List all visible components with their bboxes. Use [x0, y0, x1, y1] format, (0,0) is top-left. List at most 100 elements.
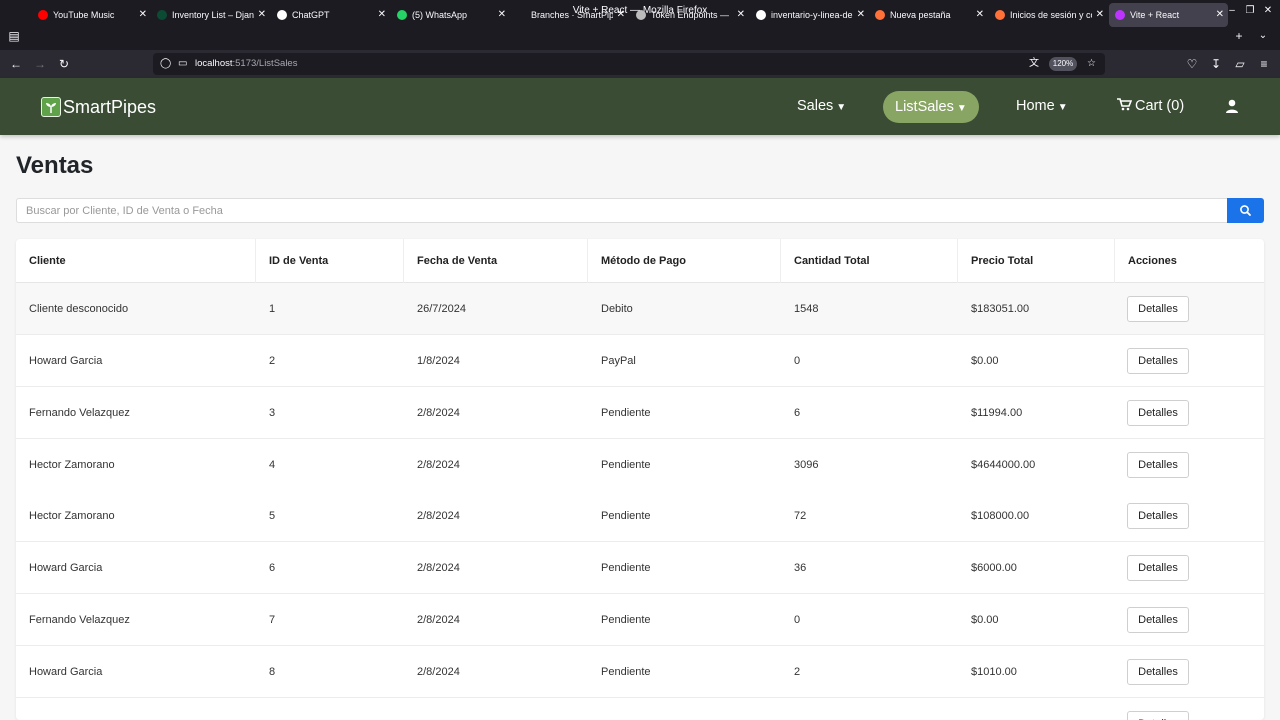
reload-icon[interactable]: ↻: [54, 50, 74, 78]
shield-icon[interactable]: ◯: [160, 53, 171, 75]
search-input[interactable]: [16, 198, 1228, 223]
cell-cantidad: 72: [794, 510, 807, 522]
cell-fecha: 1/8/2024: [417, 355, 460, 367]
smartpipes-logo-icon[interactable]: [41, 97, 61, 117]
cell-cantidad: 0: [794, 614, 801, 626]
close-tab-icon[interactable]: ✕: [1096, 3, 1104, 27]
close-tab-icon[interactable]: ✕: [617, 3, 625, 27]
cell-metodo-pago: Pendiente: [601, 407, 651, 419]
back-icon[interactable]: ←: [6, 50, 26, 78]
list-all-tabs-icon[interactable]: ⌄: [1253, 22, 1273, 50]
cell-fecha: 2/8/2024: [417, 510, 460, 522]
nav-home-label: Home: [1016, 98, 1055, 114]
cell-fecha: 2/8/2024: [417, 562, 460, 574]
detalles-button[interactable]: Detalles: [1127, 400, 1189, 426]
browser-tab[interactable]: Inventory List – Django ✕: [151, 3, 270, 27]
nav-sales[interactable]: Sales ▼: [797, 78, 846, 135]
close-tab-icon[interactable]: ✕: [857, 3, 865, 27]
sales-table: Cliente ID de Venta Fecha de Venta Métod…: [16, 239, 1264, 720]
zoom-level-badge[interactable]: 120%: [1049, 57, 1077, 71]
column-header-metodo[interactable]: Método de Pago: [588, 239, 781, 283]
detalles-button[interactable]: Detalles: [1127, 607, 1189, 633]
cell-metodo-pago: Debito: [601, 303, 633, 315]
user-icon[interactable]: [1224, 98, 1240, 114]
browser-tab[interactable]: Token Endpoints — ✕: [630, 3, 749, 27]
browser-tab[interactable]: (5) WhatsApp ✕: [391, 3, 510, 27]
search-bar: [16, 198, 1264, 223]
close-tab-icon[interactable]: ✕: [976, 3, 984, 27]
detalles-button[interactable]: Detalles: [1127, 555, 1189, 581]
tab-title: Inventory List – Django: [172, 10, 254, 20]
extensions-icon[interactable]: ▱: [1230, 50, 1250, 78]
browser-tab[interactable]: Vite + React ✕: [1109, 3, 1228, 27]
brand-name[interactable]: SmartPipes: [63, 97, 156, 118]
nav-cart-label: Cart (0): [1135, 98, 1185, 114]
table-row: Howard Garcia 8 2/8/2024 Pendiente 2 $1010.00…: [16, 646, 1264, 698]
cell-cliente: Fernando Velazquez: [29, 407, 130, 419]
cell-cliente: Hector Zamorano: [29, 459, 115, 471]
cell-fecha: 2/8/2024: [417, 459, 460, 471]
browser-tab[interactable]: ChatGPT ✕: [271, 3, 390, 27]
close-tab-icon[interactable]: ✕: [1216, 3, 1224, 27]
close-tab-icon[interactable]: ✕: [378, 3, 386, 27]
bookmark-star-icon[interactable]: ☆: [1087, 53, 1096, 75]
column-header-cliente[interactable]: Cliente: [16, 239, 256, 283]
search-button[interactable]: [1227, 198, 1264, 223]
docs-icon: [636, 10, 646, 20]
cell-precio: $4644000.00: [971, 459, 1036, 471]
cell-metodo-pago: PayPal: [601, 355, 636, 367]
detalles-button[interactable]: Detalles: [1127, 348, 1189, 374]
cell-fecha: 2/8/2024: [417, 407, 460, 419]
detalles-button[interactable]: Detalles: [1127, 452, 1189, 478]
column-header-cantidad[interactable]: Cantidad Total: [781, 239, 958, 283]
close-tab-icon[interactable]: ✕: [139, 3, 147, 27]
detalles-button[interactable]: Detalles: [1127, 659, 1189, 685]
cell-id-venta: 8: [269, 666, 276, 678]
cell-fecha: 2/8/2024: [417, 614, 460, 626]
nav-cart[interactable]: Cart (0): [1117, 78, 1184, 135]
close-tab-icon[interactable]: ✕: [498, 3, 506, 27]
cell-cliente: Cliente desconocido: [29, 303, 129, 315]
browser-tab[interactable]: Nueva pestaña ✕: [869, 3, 988, 27]
tab-title: (5) WhatsApp: [412, 10, 468, 20]
detalles-button[interactable]: Detalles: [1127, 296, 1189, 322]
navigation-toolbar: ← → ↻ ◯ ▭ localhost:5173/ListSales 文 120…: [0, 50, 1280, 78]
nav-home[interactable]: Home ▼: [1016, 78, 1068, 135]
detalles-button[interactable]: Detalles: [1127, 711, 1189, 720]
cell-precio: $6000.00: [971, 562, 1017, 574]
cell-metodo-pago: Pendiente: [601, 459, 651, 471]
column-header-fecha[interactable]: Fecha de Venta: [404, 239, 588, 283]
column-header-id[interactable]: ID de Venta: [256, 239, 404, 283]
new-tab-icon[interactable]: +: [1229, 22, 1249, 50]
search-icon: [1240, 205, 1251, 216]
cell-cantidad: 2: [794, 666, 801, 678]
tab-title: inventario-y-linea-de: [771, 10, 853, 20]
page-info-icon[interactable]: ▭: [178, 53, 187, 75]
cell-id-venta: 2: [269, 355, 276, 367]
browser-tab[interactable]: Branches · SmartPipes ✕: [510, 3, 629, 27]
url-text[interactable]: localhost:5173/ListSales: [195, 53, 297, 75]
downloads-icon[interactable]: ↧: [1206, 50, 1226, 78]
close-tab-icon[interactable]: ✕: [258, 3, 266, 27]
cell-cantidad: 3096: [794, 459, 819, 471]
pocket-icon[interactable]: ♡: [1182, 50, 1202, 78]
forward-icon[interactable]: →: [30, 50, 50, 78]
browser-tab[interactable]: inventario-y-linea-de ✕: [750, 3, 869, 27]
restore-icon[interactable]: ❐: [1240, 0, 1260, 22]
column-header-precio[interactable]: Precio Total: [958, 239, 1115, 283]
app-menu-icon[interactable]: ≡: [1254, 50, 1274, 78]
github-icon: [516, 10, 526, 20]
browser-tab[interactable]: Inicios de sesión y co ✕: [989, 3, 1108, 27]
close-tab-icon[interactable]: ✕: [737, 3, 745, 27]
browser-tab[interactable]: YouTube Music ✕: [32, 3, 151, 27]
url-bar[interactable]: ◯ ▭ localhost:5173/ListSales 文 120% ☆: [153, 53, 1105, 75]
close-window-icon[interactable]: ✕: [1258, 0, 1278, 22]
tab-title: Vite + React: [1130, 10, 1180, 20]
translate-icon[interactable]: 文: [1029, 53, 1039, 75]
table-row: Fernando Velazquez 3 2/8/2024 Pendiente 6 $11…: [16, 387, 1264, 439]
caret-down-icon: ▼: [836, 102, 847, 113]
nav-listsales[interactable]: ListSales ▼: [883, 91, 979, 123]
detalles-button[interactable]: Detalles: [1127, 503, 1189, 529]
tab-list-icon[interactable]: ▤: [4, 22, 24, 50]
tab-title: ChatGPT: [292, 10, 330, 20]
